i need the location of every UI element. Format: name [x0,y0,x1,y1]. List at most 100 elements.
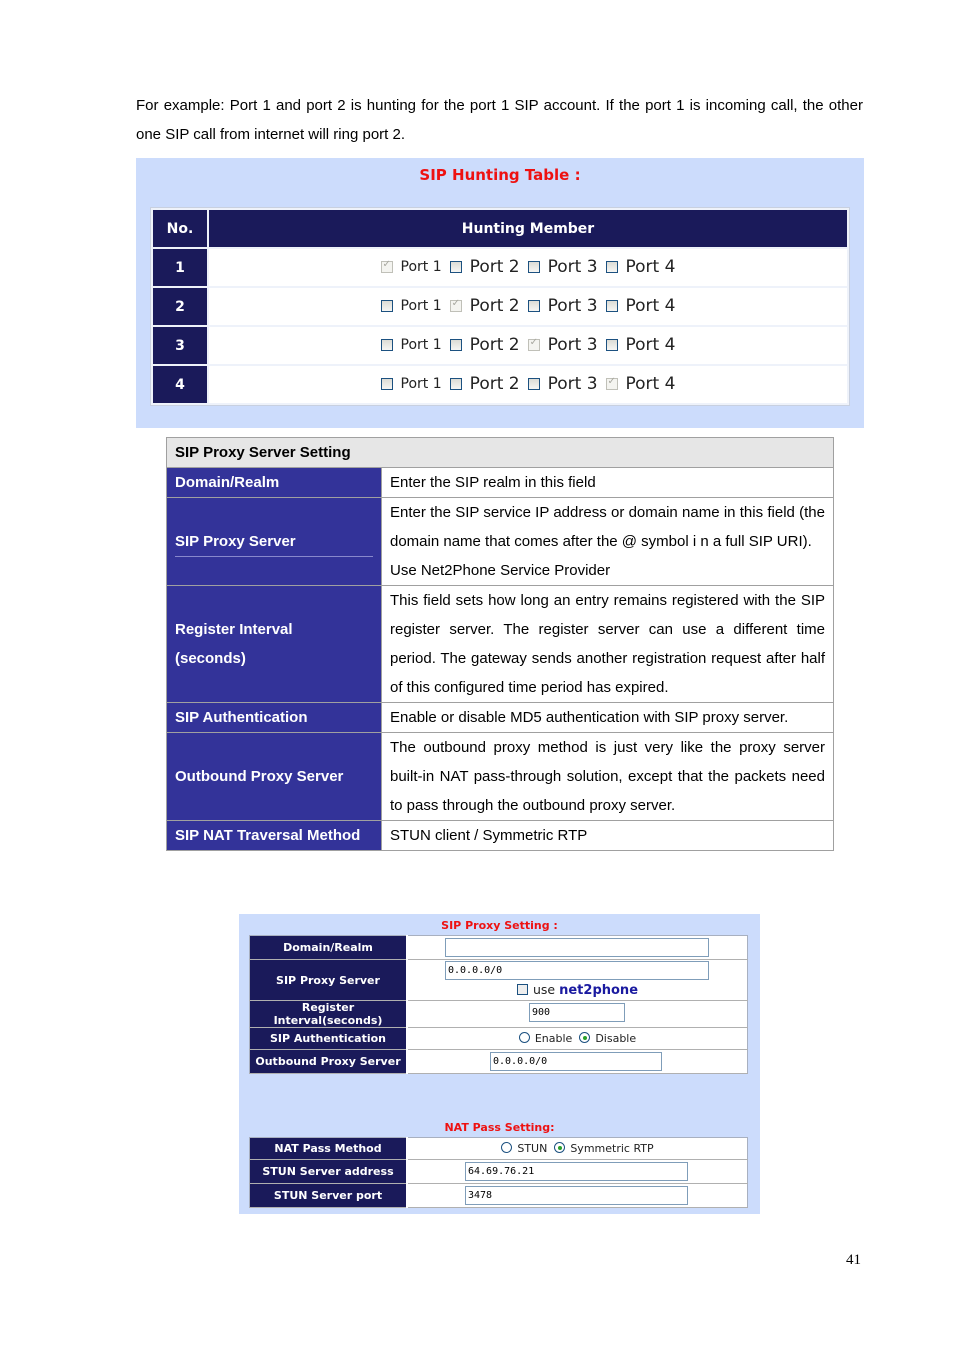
hunting-row-number: 4 [153,366,207,403]
auth-enable-option[interactable]: Enable [518,1032,572,1045]
page-number: 41 [846,1252,861,1268]
symmetric-rtp-label: Symmetric RTP [570,1142,654,1155]
port-1-label: Port 1 [400,376,442,392]
domain-realm-input[interactable] [445,938,709,957]
port-2-option[interactable]: Port 2 [449,335,520,355]
port-4-label: Port 4 [625,257,676,277]
port-2-option[interactable]: Port 2 [449,257,520,277]
port-3-option[interactable]: Port 3 [527,296,598,316]
domain-realm-label: Domain/Realm [249,935,408,960]
port-4-label: Port 4 [625,296,676,316]
hunting-member-cell: Port 1 Port 2 Port 3 Port 4 [209,249,847,286]
port-1-label: Port 1 [400,337,442,353]
description-row: SIP Authentication Enable or disable MD5 … [166,702,834,733]
port-3-checkbox[interactable] [527,300,540,312]
description-label-text: SIP Proxy Server [175,527,373,557]
description-line: The outbound proxy method is just very l… [390,739,825,814]
description-label: Domain/Realm [166,467,382,498]
port-4-option[interactable]: Port 4 [605,296,676,316]
header-no: No. [153,210,207,247]
auth-enable-radio[interactable] [518,1032,530,1043]
port-2-checkbox[interactable] [449,298,462,312]
auth-disable-radio[interactable] [579,1032,591,1043]
description-line: Enter the SIP realm in this field [390,474,596,491]
port-4-label: Port 4 [625,335,676,355]
description-text: The outbound proxy method is just very l… [381,732,834,821]
port-3-checkbox[interactable] [527,378,540,390]
port-4-option[interactable]: Port 4 [605,257,676,277]
port-2-option[interactable]: Port 2 [449,374,520,394]
net2phone-logo: net2phone [559,983,639,998]
port-1-option[interactable]: Port 1 [380,298,442,314]
port-3-option[interactable]: Port 3 [527,257,598,277]
description-line: Enter the SIP service IP address or doma… [390,504,825,550]
sip-proxy-server-input[interactable]: 0.0.0.0/0 [445,961,709,980]
port-1-checkbox[interactable] [380,378,393,390]
register-interval-input[interactable]: 900 [529,1003,625,1022]
symmetric-rtp-option[interactable]: Symmetric RTP [554,1142,654,1155]
row-register-interval: Register Interval(seconds) 900 [249,1000,748,1028]
port-4-checkbox[interactable] [605,339,618,351]
description-text: Enter the SIP service IP address or doma… [381,497,834,586]
description-row: Domain/Realm Enter the SIP realm in this … [166,467,834,498]
port-3-checkbox[interactable] [527,337,540,351]
port-4-option[interactable]: Port 4 [605,335,676,355]
port-1-option[interactable]: Port 1 [380,337,442,353]
description-line: This field sets how long an entry remain… [390,592,825,696]
sip-proxy-description-table: SIP Proxy Server Setting Domain/Realm Ent… [166,437,834,851]
use-label: use [532,982,556,997]
sip-proxy-setting-panel: SIP Proxy Setting : Domain/Realm SIP Pro… [239,914,760,1214]
hunting-row: 2 Port 1 Port 2 Port 3 Port 4 [153,288,847,325]
sip-proxy-setting-table: Domain/Realm SIP Proxy Server 0.0.0.0/0 … [249,935,748,1074]
description-label-text: Outbound Proxy Server [175,768,344,785]
hunting-row: 3 Port 1 Port 2 Port 3 Port 4 [153,327,847,364]
nat-pass-method-label: NAT Pass Method [249,1137,408,1160]
port-4-checkbox[interactable] [605,300,618,312]
port-4-option[interactable]: Port 4 [605,374,675,394]
port-3-checkbox[interactable] [527,261,540,273]
stun-radio[interactable] [501,1142,513,1153]
sip-proxy-setting-title: SIP Proxy Setting : [441,919,558,932]
stun-server-port-input[interactable]: 3478 [465,1186,688,1205]
header-hunting-member: Hunting Member [209,210,847,247]
row-sip-authentication: SIP Authentication Enable Disable [249,1027,748,1050]
use-net2phone-checkbox[interactable] [516,984,528,995]
description-line: STUN client / Symmetric RTP [390,827,588,844]
outbound-proxy-label: Outbound Proxy Server [249,1049,408,1074]
row-nat-pass-method: NAT Pass Method STUN Symmetric RTP [249,1137,748,1160]
port-1-checkbox[interactable] [380,259,393,273]
description-table-heading: SIP Proxy Server Setting [166,437,834,468]
description-label-text: SIP Authentication [175,709,308,726]
port-1-label: Port 1 [400,259,442,275]
port-3-option[interactable]: Port 3 [527,374,598,394]
hunting-member-cell: Port 1 Port 2 Port 3 Port 4 [209,366,847,403]
hunting-member-cell: Port 1 Port 2 Port 3 Port 4 [209,288,847,325]
stun-option[interactable]: STUN [501,1142,547,1155]
port-2-checkbox[interactable] [449,261,462,273]
port-4-checkbox[interactable] [605,261,618,273]
description-line: Enable or disable MD5 authentication wit… [390,709,789,726]
port-1-checkbox[interactable] [380,339,393,351]
description-label-text: Domain/Realm [175,474,280,491]
use-net2phone-option[interactable]: use net2phone [408,982,747,998]
description-text: STUN client / Symmetric RTP [381,820,834,851]
description-line: Use Net2Phone Service Provider [390,562,611,579]
port-2-label: Port 2 [469,335,520,355]
port-3-option[interactable]: Port 3 [527,335,598,355]
port-2-checkbox[interactable] [449,378,462,390]
port-4-checkbox[interactable] [605,376,618,390]
hunting-row: 1 Port 1 Port 2 Port 3 Port 4 [153,249,847,286]
description-label-text: Register Interval (seconds) [175,621,293,667]
port-2-checkbox[interactable] [449,339,462,351]
port-1-checkbox[interactable] [380,300,393,312]
port-2-option[interactable]: Port 2 [449,296,520,316]
port-1-option[interactable]: Port 1 [380,376,442,392]
symmetric-rtp-radio[interactable] [554,1142,566,1153]
auth-disable-option[interactable]: Disable [579,1032,636,1045]
port-2-label: Port 2 [469,257,520,277]
stun-server-port-label: STUN Server port [249,1183,408,1208]
port-1-option[interactable]: Port 1 [380,259,442,275]
stun-server-address-input[interactable]: 64.69.76.21 [465,1162,688,1181]
outbound-proxy-input[interactable]: 0.0.0.0/0 [490,1052,662,1071]
port-3-label: Port 3 [547,335,598,355]
